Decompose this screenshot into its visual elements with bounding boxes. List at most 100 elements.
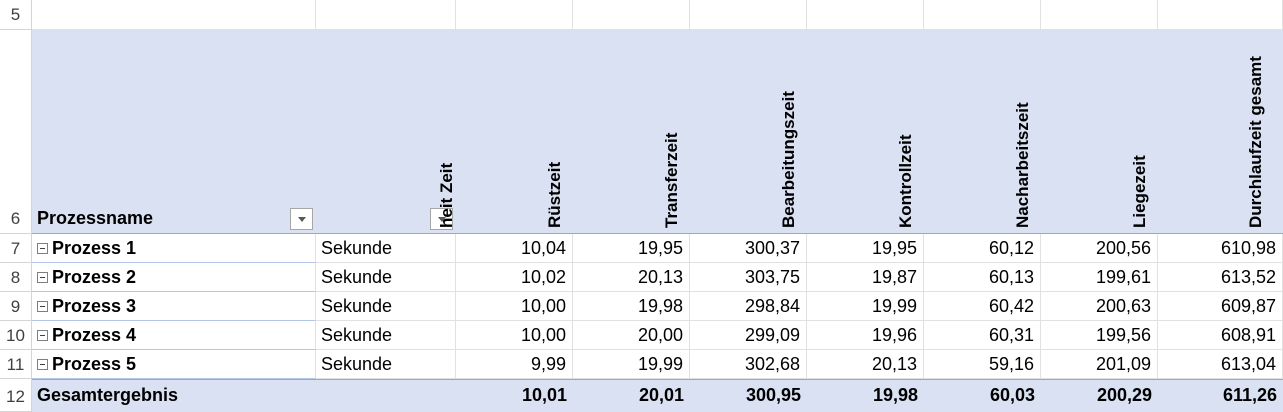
value-cell[interactable]: 299,09 — [690, 321, 807, 350]
value-cell[interactable]: 613,52 — [1158, 263, 1283, 292]
value-cell[interactable]: 9,99 — [456, 350, 573, 379]
row-label-cell[interactable]: Prozess 2 — [32, 263, 316, 292]
value-cell[interactable]: 10,04 — [456, 234, 573, 263]
collapse-icon[interactable] — [37, 300, 48, 312]
row-header-8[interactable]: 8 — [0, 263, 32, 292]
value-cell[interactable]: 610,98 — [1158, 234, 1283, 263]
value-cell[interactable]: 60,12 — [924, 234, 1041, 263]
header-liegezeit-label: Liegezeit — [1130, 155, 1149, 228]
header-einheit-zeit-rotated: heit Zeit — [437, 162, 456, 228]
value-cell[interactable]: 10,00 — [456, 321, 573, 350]
row-label-cell[interactable]: Prozess 5 — [32, 350, 316, 379]
collapse-icon[interactable] — [37, 358, 48, 370]
value-cell[interactable]: 19,87 — [807, 263, 924, 292]
value-cell[interactable]: 20,00 — [573, 321, 690, 350]
row-header-10[interactable]: 10 — [0, 321, 32, 350]
total-value-text: 200,29 — [1096, 385, 1152, 405]
value-text: 299,09 — [744, 324, 800, 345]
row-header-11[interactable]: 11 — [0, 350, 32, 379]
row-header-9[interactable]: 9 — [0, 292, 32, 321]
value-cell[interactable]: 199,61 — [1041, 263, 1158, 292]
header-einheit-zeit[interactable] — [316, 30, 456, 234]
total-value-cell[interactable]: 611,26 — [1158, 379, 1283, 412]
value-text: 19,87 — [871, 266, 917, 287]
prozessname-filter-dropdown[interactable] — [290, 208, 313, 230]
value-cell[interactable]: 200,56 — [1041, 234, 1158, 263]
value-cell[interactable]: 60,13 — [924, 263, 1041, 292]
total-value-cell[interactable]: 300,95 — [690, 379, 807, 412]
value-cell[interactable]: 19,95 — [807, 234, 924, 263]
value-cell[interactable]: 10,00 — [456, 292, 573, 321]
unit-cell[interactable]: Sekunde — [316, 321, 456, 350]
value-text: 10,00 — [520, 295, 566, 316]
value-text: 19,99 — [871, 295, 917, 316]
value-cell[interactable]: 19,98 — [573, 292, 690, 321]
row-label-cell[interactable]: Prozess 4 — [32, 321, 316, 350]
cell-C5[interactable] — [456, 0, 573, 30]
value-cell[interactable]: 298,84 — [690, 292, 807, 321]
total-label-cell[interactable]: Gesamtergebnis — [32, 379, 456, 412]
value-text: 608,91 — [1220, 324, 1276, 345]
total-value-cell[interactable]: 20,01 — [573, 379, 690, 412]
header-prozessname[interactable]: Prozessname — [32, 30, 316, 234]
value-cell[interactable]: 20,13 — [573, 263, 690, 292]
total-value-text: 10,01 — [521, 385, 567, 405]
value-cell[interactable]: 303,75 — [690, 263, 807, 292]
value-text: 298,84 — [744, 295, 800, 316]
value-text: 613,52 — [1220, 266, 1276, 287]
cell-B5[interactable] — [316, 0, 456, 30]
row-header-5[interactable]: 5 — [0, 0, 32, 30]
cell-D5[interactable] — [573, 0, 690, 30]
unit-label: Sekunde — [321, 266, 393, 287]
value-cell[interactable]: 608,91 — [1158, 321, 1283, 350]
value-cell[interactable]: 199,56 — [1041, 321, 1158, 350]
total-value-text: 20,01 — [638, 385, 684, 405]
cell-H5[interactable] — [1041, 0, 1158, 30]
value-text: 60,42 — [988, 295, 1034, 316]
value-cell[interactable]: 59,16 — [924, 350, 1041, 379]
cell-G5[interactable] — [924, 0, 1041, 30]
value-text: 19,95 — [871, 237, 917, 258]
total-value-cell[interactable]: 10,01 — [456, 379, 573, 412]
row-number: 9 — [10, 297, 21, 316]
collapse-icon[interactable] — [37, 242, 48, 254]
row-label-cell[interactable]: Prozess 3 — [32, 292, 316, 321]
value-cell[interactable]: 60,31 — [924, 321, 1041, 350]
unit-cell[interactable]: Sekunde — [316, 292, 456, 321]
cell-I5[interactable] — [1158, 0, 1283, 30]
value-cell[interactable]: 19,96 — [807, 321, 924, 350]
value-text: 19,95 — [637, 237, 683, 258]
cell-E5[interactable] — [690, 0, 807, 30]
unit-cell[interactable]: Sekunde — [316, 263, 456, 292]
value-cell[interactable]: 200,63 — [1041, 292, 1158, 321]
row-header-7[interactable]: 7 — [0, 234, 32, 263]
unit-cell[interactable]: Sekunde — [316, 350, 456, 379]
value-cell[interactable]: 19,95 — [573, 234, 690, 263]
value-cell[interactable]: 201,09 — [1041, 350, 1158, 379]
cell-A5[interactable] — [32, 0, 316, 30]
value-cell[interactable]: 613,04 — [1158, 350, 1283, 379]
unit-cell[interactable]: Sekunde — [316, 234, 456, 263]
chevron-down-icon — [297, 216, 306, 222]
cell-F5[interactable] — [807, 0, 924, 30]
total-value-text: 300,95 — [745, 385, 801, 405]
row-header-6[interactable]: 6 — [0, 30, 32, 234]
collapse-icon[interactable] — [37, 329, 48, 341]
unit-label: Sekunde — [321, 237, 393, 258]
value-cell[interactable]: 10,02 — [456, 263, 573, 292]
collapse-icon[interactable] — [37, 271, 48, 283]
value-cell[interactable]: 300,37 — [690, 234, 807, 263]
value-text: 19,96 — [871, 324, 917, 345]
value-cell[interactable]: 20,13 — [807, 350, 924, 379]
total-value-cell[interactable]: 60,03 — [924, 379, 1041, 412]
row-label-cell[interactable]: Prozess 1 — [32, 234, 316, 263]
value-cell[interactable]: 609,87 — [1158, 292, 1283, 321]
value-cell[interactable]: 19,99 — [807, 292, 924, 321]
value-text: 303,75 — [744, 266, 800, 287]
value-cell[interactable]: 302,68 — [690, 350, 807, 379]
total-value-cell[interactable]: 200,29 — [1041, 379, 1158, 412]
value-cell[interactable]: 60,42 — [924, 292, 1041, 321]
total-value-cell[interactable]: 19,98 — [807, 379, 924, 412]
row-header-12[interactable]: 12 — [0, 379, 32, 412]
value-cell[interactable]: 19,99 — [573, 350, 690, 379]
